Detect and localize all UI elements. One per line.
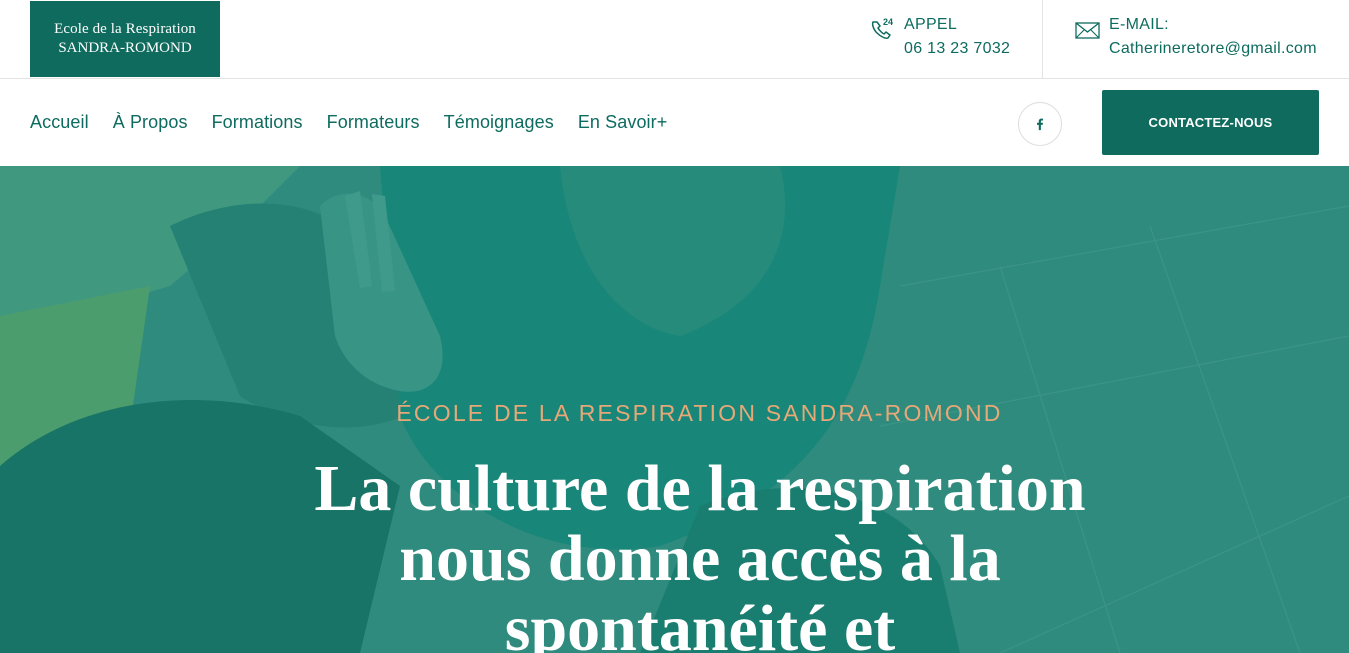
logo-line-1: Ecole de la Respiration xyxy=(54,21,196,37)
facebook-button[interactable] xyxy=(1018,102,1062,146)
envelope-icon xyxy=(1075,22,1100,39)
site-logo[interactable]: Ecole de la Respiration SANDRA-ROMOND xyxy=(30,1,220,77)
nav-item-accueil[interactable]: Accueil xyxy=(30,112,89,133)
facebook-icon xyxy=(1037,118,1044,131)
email-address[interactable]: Catherineretore@gmail.com xyxy=(1109,36,1317,62)
top-bar: Ecole de la Respiration SANDRA-ROMOND 24… xyxy=(0,0,1349,79)
header-divider xyxy=(1042,0,1043,79)
email-contact[interactable]: E-MAIL: Catherineretore@gmail.com xyxy=(1073,14,1317,62)
hero-kicker: ÉCOLE DE LA RESPIRATION SANDRA-ROMOND xyxy=(396,400,1003,426)
nav-item-formations[interactable]: Formations xyxy=(212,112,303,133)
main-navigation-bar: Accueil À Propos Formations Formateurs T… xyxy=(0,79,1349,166)
nav-item-formateurs[interactable]: Formateurs xyxy=(327,112,420,133)
email-label: E-MAIL: xyxy=(1109,16,1169,33)
logo-line-2: SANDRA-ROMOND xyxy=(58,40,192,56)
nav-item-temoignages[interactable]: Témoignages xyxy=(444,112,554,133)
nav-item-en-savoir[interactable]: En Savoir+ xyxy=(578,112,668,133)
nav-item-a-propos[interactable]: À Propos xyxy=(113,112,188,133)
phone-contact[interactable]: 24 APPEL 06 13 23 7032 xyxy=(868,14,1010,62)
hero-banner: ÉCOLE DE LA RESPIRATION SANDRA-ROMOND La… xyxy=(0,166,1349,653)
svg-text:24: 24 xyxy=(883,17,893,27)
phone-number[interactable]: 06 13 23 7032 xyxy=(904,36,1010,62)
hero-headline: La culture de la respiration nous donne … xyxy=(314,452,1086,653)
main-nav: Accueil À Propos Formations Formateurs T… xyxy=(30,79,691,166)
phone-24-icon: 24 xyxy=(871,17,893,39)
contact-us-button[interactable]: CONTACTEZ-NOUS xyxy=(1102,90,1319,155)
phone-label: APPEL xyxy=(904,16,958,33)
